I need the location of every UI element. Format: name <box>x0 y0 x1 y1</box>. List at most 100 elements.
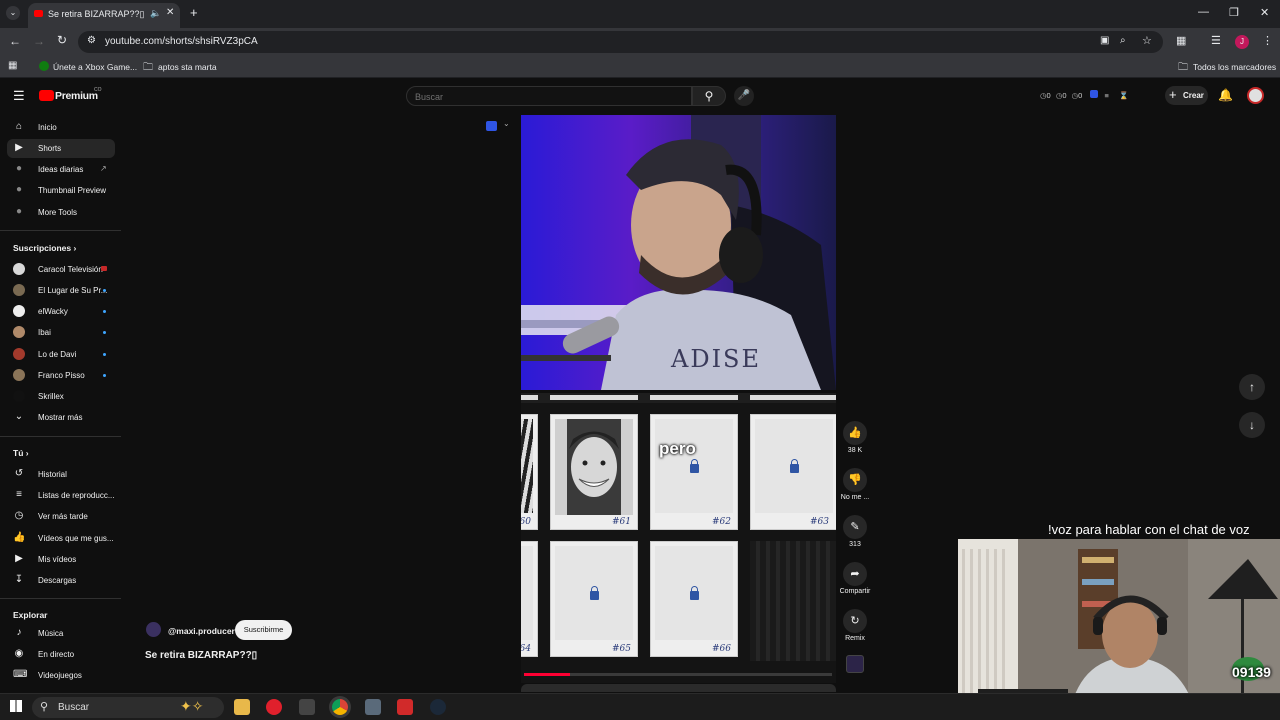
sidebar-item-shorts[interactable]: ▶ Shorts <box>7 139 115 158</box>
sidebar-item-historial[interactable]: ↺ Historial <box>7 465 115 484</box>
restore-icon[interactable]: ❐ <box>1229 6 1239 19</box>
steam-icon[interactable] <box>430 699 446 715</box>
chevron-down-icon[interactable]: ⌄ <box>503 119 510 128</box>
browser-tab-active[interactable]: Se retira BIZARRAP??▯ - Yo 🔈 ✕ <box>28 3 180 28</box>
media-app-icon[interactable] <box>365 699 381 715</box>
previous-short-button[interactable]: ↑ <box>1239 374 1265 400</box>
sidebar-item-more-tools[interactable]: ● More Tools <box>7 203 115 222</box>
audio-icon[interactable]: 🔈 <box>150 8 161 19</box>
sidebar-item-inicio[interactable]: ⌂ Inicio <box>7 118 115 137</box>
menu-icon[interactable]: ☰ <box>13 88 25 104</box>
card-photo <box>655 546 733 640</box>
new-tab-button[interactable]: + <box>190 5 198 20</box>
back-icon[interactable]: ← <box>9 34 21 48</box>
notifications-bell-icon[interactable]: 🔔 <box>1218 88 1233 102</box>
sidebar-item-thumbnail-preview[interactable]: ● Thumbnail Preview <box>7 181 115 200</box>
sidebar-sub-item[interactable]: El Lugar de Su Pr... <box>7 281 115 300</box>
strip-card <box>650 395 738 400</box>
card-number: #60 <box>521 517 531 527</box>
sidebar-item-downloads[interactable]: ↧ Descargas <box>7 571 115 590</box>
like-action[interactable]: 👍 38 K <box>843 421 867 454</box>
all-bookmarks[interactable]: Todos los marcadores <box>1193 62 1276 72</box>
bookmark-aptos[interactable]: aptos sta marta <box>158 62 217 72</box>
dislike-action[interactable]: 👎 No me ... <box>841 468 869 501</box>
extensions-icon[interactable]: ▦ <box>1176 34 1186 47</box>
opera-icon[interactable] <box>266 699 282 715</box>
subscriptions-header[interactable]: Suscripciones › <box>13 243 76 253</box>
windows-start-icon[interactable] <box>10 700 22 712</box>
bookmark-xbox[interactable]: Únete a Xbox Game... <box>53 62 137 72</box>
taskbar-search-placeholder: Buscar <box>58 702 90 713</box>
sidebar-sub-item[interactable]: elWacky <box>7 302 115 321</box>
extension-badge-icon[interactable] <box>1090 90 1099 98</box>
channel-avatar[interactable] <box>146 622 161 637</box>
site-info-icon[interactable]: ⚙ <box>87 35 96 46</box>
short-video-frame[interactable]: ADISE <box>521 115 836 390</box>
sidebar-item-label: Skrillex <box>38 392 64 401</box>
sidebar-item-gaming[interactable]: ⌨ Videojuegos <box>7 666 115 685</box>
forward-icon[interactable]: → <box>33 34 45 48</box>
media-control-icon[interactable]: ☰ <box>1211 34 1221 47</box>
close-tab-icon[interactable]: ✕ <box>166 7 174 18</box>
sidebar-sub-item[interactable]: Skrillex <box>7 387 115 406</box>
show-more-button[interactable]: ⌄ Mostrar más <box>7 408 115 427</box>
close-window-icon[interactable]: ✕ <box>1260 6 1269 19</box>
explore-header: Explorar <box>13 610 48 620</box>
sidebar-sub-item[interactable]: Franco Pisso <box>7 366 115 385</box>
plus-icon: + <box>1169 87 1177 102</box>
next-short-button[interactable]: ↓ <box>1239 412 1265 438</box>
create-button[interactable]: + Crear <box>1165 86 1208 105</box>
voice-search-button[interactable]: 🎤 <box>734 86 754 106</box>
new-content-dot <box>103 374 106 377</box>
install-app-icon[interactable]: ▣ <box>1100 35 1109 46</box>
sidebar-item-playlists[interactable]: ≡ Listas de reproducc... <box>7 486 115 505</box>
sound-thumbnail[interactable] <box>846 655 864 673</box>
hourglass-icon[interactable]: ⌛ <box>1119 91 1128 100</box>
extension-badge-icon[interactable] <box>486 121 497 131</box>
address-bar[interactable]: ⚙ youtube.com/shorts/shsiRVZ3pCA ▣ ⌕ ☆ <box>78 31 1163 53</box>
sidebar-sub-item[interactable]: Ibai <box>7 323 115 342</box>
portrait-image <box>555 419 633 515</box>
sidebar-item-music[interactable]: ♪ Música <box>7 624 115 643</box>
share-action[interactable]: ➦ Compartir <box>840 562 870 595</box>
youtube-logo[interactable]: Premium CO <box>39 87 129 105</box>
share-icon[interactable]: ➦ <box>843 562 867 586</box>
thumb-up-icon[interactable]: 👍 <box>843 421 867 445</box>
video-progress-track[interactable] <box>524 673 832 676</box>
app-icon[interactable] <box>299 699 315 715</box>
video-icon: ▶ <box>15 553 23 564</box>
minimize-icon[interactable]: — <box>1198 6 1209 18</box>
thumb-down-icon[interactable]: 👎 <box>843 468 867 492</box>
sidebar-sub-item[interactable]: Caracol Televisión <box>7 260 115 279</box>
search-button[interactable]: ⚲ <box>692 86 726 106</box>
comment-icon[interactable]: ✎ <box>843 515 867 539</box>
remix-action[interactable]: ↻ Remix <box>843 609 867 642</box>
sidebar-item-live[interactable]: ◉ En directo <box>7 645 115 664</box>
remix-icon[interactable]: ↻ <box>843 609 867 633</box>
you-header[interactable]: Tú › <box>13 448 29 458</box>
stream-overlay-text: !voz para hablar con el chat de voz <box>1048 522 1250 537</box>
sidebar-item-ideas-diarias[interactable]: ● Ideas diarias ↗ <box>7 160 115 179</box>
recorder-icon[interactable] <box>397 699 413 715</box>
profile-avatar[interactable]: J <box>1235 35 1249 49</box>
filter-icon[interactable]: ≡ <box>1105 91 1109 100</box>
file-explorer-icon[interactable] <box>234 699 250 715</box>
search-input[interactable]: Buscar <box>406 86 692 106</box>
channel-name[interactable]: @maxi.producer <box>168 626 235 636</box>
account-avatar[interactable] <box>1247 87 1264 104</box>
taskbar-search[interactable]: ⚲ Buscar ✦✧ <box>32 697 224 718</box>
tab-search-button[interactable]: ⌄ <box>6 6 20 20</box>
bookmark-star-icon[interactable]: ☆ <box>1142 34 1152 47</box>
chrome-menu-icon[interactable]: ⋮ <box>1262 34 1273 47</box>
folder-icon: 🗀 <box>143 62 153 73</box>
comments-action[interactable]: ✎ 313 <box>843 515 867 548</box>
reload-icon[interactable]: ↻ <box>57 33 67 47</box>
sidebar-item-watch-later[interactable]: ◷ Ver más tarde <box>7 507 115 526</box>
chrome-icon[interactable] <box>332 699 348 715</box>
sidebar-item-my-videos[interactable]: ▶ Mis vídeos <box>7 550 115 569</box>
sidebar-sub-item[interactable]: Lo de Davi <box>7 345 115 364</box>
sidebar-item-liked-videos[interactable]: 👍 Vídeos que me gus... <box>7 529 115 548</box>
zoom-icon[interactable]: ⌕ <box>1120 35 1126 46</box>
subscribe-button[interactable]: Suscribirme <box>235 620 292 640</box>
apps-grid-icon[interactable]: ▦ <box>8 60 17 71</box>
